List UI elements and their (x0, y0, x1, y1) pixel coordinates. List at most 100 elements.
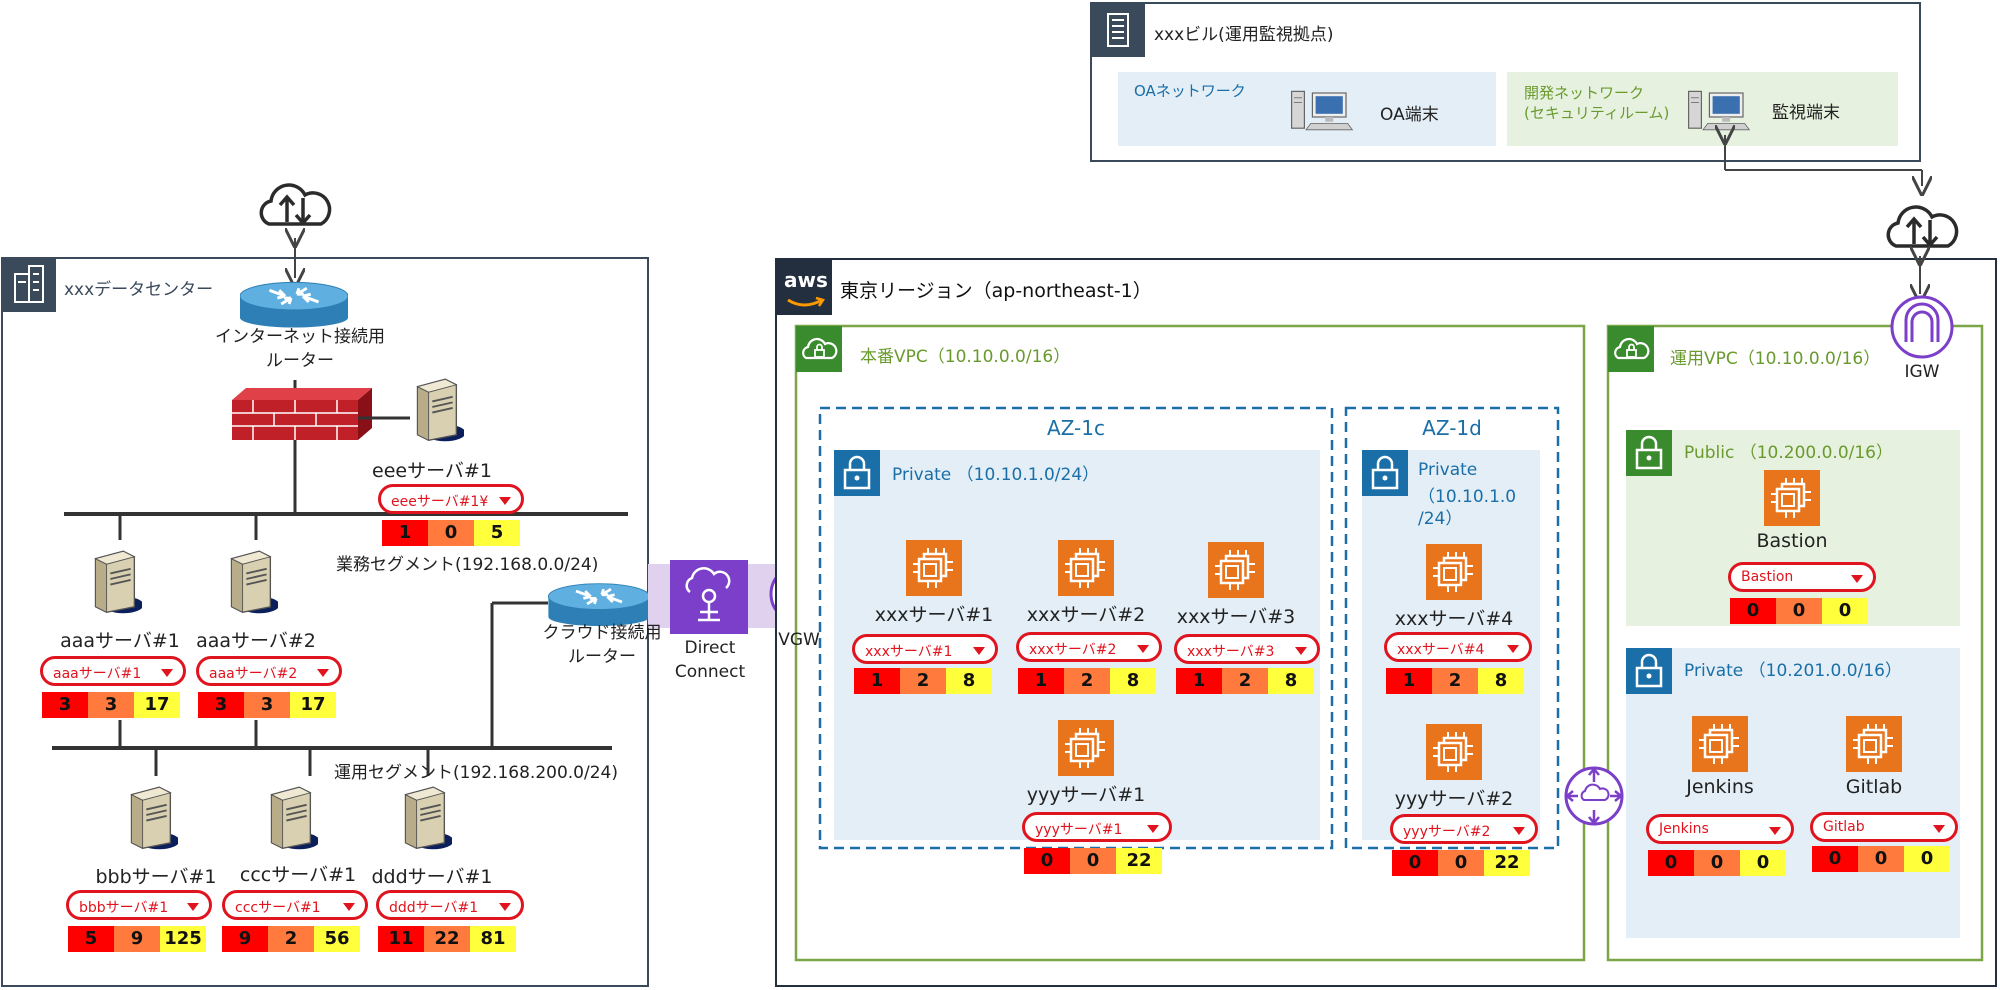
chevron-down-icon (1137, 645, 1149, 653)
alert-counts: 0 0 22 (1024, 848, 1162, 874)
ec2-icon (1764, 470, 1820, 526)
chevron-down-icon (343, 903, 355, 911)
az-1c-label: AZ-1c (1047, 416, 1105, 440)
instance-name: Bastion (1756, 530, 1828, 552)
instance-name: yyyサーバ#2 (1394, 788, 1514, 810)
instance-select[interactable]: xxxサーバ#4 (1384, 632, 1532, 662)
instance-select[interactable]: xxxサーバ#1 (852, 634, 998, 664)
transit-icon (1564, 766, 1624, 826)
server-select[interactable]: dddサーバ#1 (376, 890, 524, 920)
lock-icon (834, 450, 880, 496)
server-name: aaaサーバ#2 (196, 630, 316, 652)
instance-select[interactable]: Bastion (1728, 562, 1876, 592)
router-icon (240, 280, 348, 328)
oa-terminal-label: OA端末 (1380, 105, 1439, 125)
alert-counts: 128 (1176, 668, 1314, 694)
alert-counts: 128 (1018, 668, 1156, 694)
ec2-icon (1058, 720, 1114, 776)
chevron-down-icon (1851, 575, 1863, 583)
server-name: bbbサーバ#1 (95, 866, 217, 888)
oa-network-label: OAネットワーク (1134, 82, 1246, 100)
chevron-down-icon (499, 497, 511, 505)
dev-network-label-1: 開発ネットワーク (1524, 84, 1645, 102)
alert-counts: 128 (1386, 668, 1524, 694)
vgw-label: VGW (778, 630, 820, 650)
server-name: aaaサーバ#1 (60, 630, 180, 652)
pc-icon (1687, 90, 1751, 131)
ec2-icon (1058, 540, 1114, 596)
chevron-down-icon (1933, 825, 1945, 833)
direct-connect-label-1: Direct (684, 638, 736, 658)
instance-name: Gitlab (1845, 776, 1903, 798)
direct-connect-label-2: Connect (674, 662, 746, 682)
instance-select[interactable]: yyyサーバ#1 (1022, 812, 1172, 842)
server-select[interactable]: aaaサーバ#2 (196, 656, 342, 686)
instance-name: Jenkins (1686, 776, 1754, 798)
private-1c-label: Private （10.10.1.0/24） (892, 465, 1100, 485)
ec2-icon (1426, 724, 1482, 780)
vpc-cloud-icon (796, 326, 842, 372)
ec2-icon (1426, 544, 1482, 600)
alert-counts: 9 2 56 (222, 926, 360, 952)
chevron-down-icon (1507, 645, 1519, 653)
aws-logo-text: aws (784, 268, 828, 292)
dev-network-label-2: (セキュリティルーム) (1524, 104, 1670, 122)
monitor-terminal-label: 監視端末 (1772, 103, 1840, 123)
private-1d-label-1: Private (1418, 460, 1478, 480)
lock-icon (1362, 450, 1408, 496)
direct-connect-icon (670, 560, 748, 634)
business-segment-label: 業務セグメント(192.168.0.0/24) (336, 555, 599, 575)
instance-select[interactable]: Jenkins (1646, 814, 1794, 844)
lock-icon (1626, 430, 1672, 476)
alert-counts: 3 3 17 (42, 692, 180, 718)
private-1d-label-3: /24） (1418, 509, 1463, 529)
chevron-down-icon (161, 669, 173, 677)
office-title: xxxビル(運用監視拠点) (1154, 25, 1334, 45)
pc-icon (1290, 90, 1354, 131)
chevron-down-icon (1769, 827, 1781, 835)
chevron-down-icon (973, 647, 985, 655)
server-name: eeeサーバ#1 (372, 460, 492, 482)
server-select[interactable]: aaaサーバ#1 (40, 656, 186, 686)
chevron-down-icon (187, 903, 199, 911)
cloud-icon (1886, 205, 1959, 248)
alert-counts: 128 (854, 668, 992, 694)
igw-label: IGW (1904, 362, 1940, 382)
vpc-cloud-icon (1608, 326, 1654, 372)
ec2-icon (1208, 542, 1264, 598)
ops-segment-label: 運用セグメント(192.168.200.0/24) (334, 763, 618, 783)
prod-vpc-label: 本番VPC（10.10.0.0/16） (860, 347, 1071, 367)
ops-vpc-label: 運用VPC（10.10.0.0/16） (1670, 349, 1881, 369)
ec2-icon (906, 540, 962, 596)
instance-name: yyyサーバ#1 (1026, 784, 1146, 806)
alert-counts: 3 3 17 (198, 692, 336, 718)
instance-select[interactable]: xxxサーバ#2 (1016, 632, 1162, 662)
chevron-down-icon (1513, 827, 1525, 835)
alert-counts: 5 9 125 (68, 926, 206, 952)
chevron-down-icon (499, 903, 511, 911)
public-ops-label: Public （10.200.0.0/16） (1684, 443, 1893, 463)
server-name: dddサーバ#1 (371, 866, 493, 888)
alert-counts: 0 0 22 (1392, 850, 1530, 876)
az-1d-label: AZ-1d (1422, 416, 1482, 440)
instance-name: xxxサーバ#2 (1026, 604, 1146, 626)
chevron-down-icon (317, 669, 329, 677)
instance-select[interactable]: xxxサーバ#3 (1174, 634, 1320, 664)
server-select[interactable]: eeeサーバ#1¥ (378, 484, 524, 514)
region-label: 東京リージョン（ap-northeast-1） (840, 280, 1152, 302)
server-select[interactable]: cccサーバ#1 (222, 890, 368, 920)
instance-select[interactable]: Gitlab (1810, 812, 1958, 842)
cloud-icon (259, 183, 332, 226)
internet-router-label-1: インターネット接続用 (215, 327, 385, 347)
alert-counts: 105 (382, 520, 520, 546)
alert-counts: 000 (1812, 846, 1950, 872)
instance-name: xxxサーバ#1 (874, 604, 994, 626)
private-ops-label: Private （10.201.0.0/16） (1684, 661, 1902, 681)
ec2-icon (1846, 716, 1902, 772)
server-select[interactable]: bbbサーバ#1 (66, 890, 212, 920)
instance-select[interactable]: yyyサーバ#2 (1390, 814, 1538, 844)
datacenter-title: xxxデータセンター (64, 280, 214, 300)
chevron-down-icon (1295, 647, 1307, 655)
firewall-icon (232, 388, 372, 440)
cloud-router-label-1: クラウド接続用 (542, 623, 662, 643)
